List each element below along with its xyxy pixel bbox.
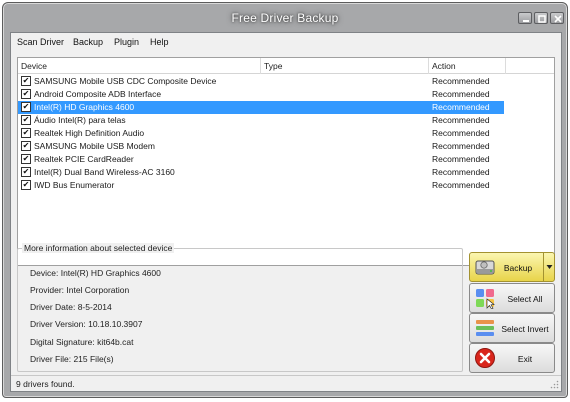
select-invert-button[interactable]: Select Invert <box>469 313 555 343</box>
select-all-button[interactable]: Select All <box>469 283 555 313</box>
backup-button[interactable]: Backup <box>469 252 555 282</box>
device-action: Recommended <box>432 180 490 190</box>
device-name: Intel(R) Dual Band Wireless-AC 3160 <box>34 167 175 177</box>
device-name: Realtek High Definition Audio <box>34 128 145 138</box>
table-row[interactable]: ✔ Android Composite ADB Interface Recomm… <box>18 88 504 101</box>
device-name: Intel(R) HD Graphics 4600 <box>34 102 135 112</box>
menu-plugin[interactable]: Plugin <box>114 37 139 47</box>
app-window: Free Driver Backup Scan Driver Backup Pl… <box>2 2 568 398</box>
row-checkbox[interactable]: ✔ <box>21 115 31 125</box>
device-info-panel: More information about selected device D… <box>17 243 463 372</box>
column-header-action[interactable]: Action <box>432 61 456 71</box>
device-action: Recommended <box>432 115 490 125</box>
device-action: Recommended <box>432 141 490 151</box>
column-divider[interactable] <box>428 58 429 74</box>
info-panel-title: More information about selected device <box>22 243 175 253</box>
exit-icon <box>475 348 495 368</box>
menu-help[interactable]: Help <box>150 37 169 47</box>
backup-dropdown[interactable] <box>543 253 554 281</box>
row-checkbox[interactable]: ✔ <box>21 141 31 151</box>
device-rows: ✔ SAMSUNG Mobile USB CDC Composite Devic… <box>18 75 554 192</box>
column-header-device[interactable]: Device <box>21 61 47 71</box>
row-checkbox[interactable]: ✔ <box>21 102 31 112</box>
window-title: Free Driver Backup <box>231 11 339 25</box>
status-text: 9 drivers found. <box>16 379 75 389</box>
device-action: Recommended <box>432 128 490 138</box>
device-name: Realtek PCIE CardReader <box>34 154 134 164</box>
table-row[interactable]: ✔ SAMSUNG Mobile USB CDC Composite Devic… <box>18 75 504 88</box>
minimize-button[interactable] <box>518 12 532 24</box>
menu-backup[interactable]: Backup <box>73 37 103 47</box>
row-checkbox[interactable]: ✔ <box>21 128 31 138</box>
device-action: Recommended <box>432 167 490 177</box>
exit-button[interactable]: Exit <box>469 343 555 373</box>
device-name: Android Composite ADB Interface <box>34 89 162 99</box>
device-action: Recommended <box>432 89 490 99</box>
device-list[interactable]: Device Type Action ✔ SAMSUNG Mobile USB … <box>17 57 555 266</box>
device-action: Recommended <box>432 76 490 86</box>
table-row[interactable]: ✔ Intel(R) Dual Band Wireless-AC 3160 Re… <box>18 166 504 179</box>
column-divider[interactable] <box>260 58 261 74</box>
hard-drive-icon <box>475 260 495 275</box>
close-button[interactable] <box>550 12 564 24</box>
select-all-button-label: Select All <box>507 294 543 304</box>
row-checkbox[interactable]: ✔ <box>21 76 31 86</box>
table-row[interactable]: ✔ SAMSUNG Mobile USB Modem Recommended <box>18 140 504 153</box>
row-checkbox[interactable]: ✔ <box>21 180 31 190</box>
table-row[interactable]: ✔ Realtek PCIE CardReader Recommended <box>18 153 504 166</box>
row-checkbox[interactable]: ✔ <box>21 154 31 164</box>
minimize-icon <box>523 20 529 22</box>
row-checkbox[interactable]: ✔ <box>21 167 31 177</box>
info-digital-signature: Digital Signature: kit64b.cat <box>30 337 134 347</box>
chevron-down-icon <box>546 265 552 269</box>
column-header-type[interactable]: Type <box>264 61 282 71</box>
device-action: Recommended <box>432 102 490 112</box>
info-driver-file: Driver File: 215 File(s) <box>30 354 114 364</box>
table-row[interactable]: ✔ Áudio Intel(R) para telas Recommended <box>18 114 504 127</box>
backup-button-label: Backup <box>503 263 533 273</box>
client-area: Scan Driver Backup Plugin Help Device Ty… <box>10 32 562 392</box>
table-row[interactable]: ✔ Intel(R) HD Graphics 4600 Recommended <box>18 101 504 114</box>
row-checkbox[interactable]: ✔ <box>21 89 31 99</box>
title-bar[interactable]: Free Driver Backup <box>3 3 567 32</box>
close-icon <box>554 15 562 23</box>
device-name: SAMSUNG Mobile USB Modem <box>34 141 155 151</box>
select-all-icon <box>476 289 495 309</box>
status-bar: 9 drivers found. <box>11 375 561 391</box>
info-device: Device: Intel(R) HD Graphics 4600 <box>30 268 161 278</box>
info-provider: Provider: Intel Corporation <box>30 285 130 295</box>
table-row[interactable]: ✔ IWD Bus Enumerator Recommended <box>18 179 504 192</box>
info-driver-date: Driver Date: 8-5-2014 <box>30 302 112 312</box>
info-driver-version: Driver Version: 10.18.10.3907 <box>30 319 143 329</box>
maximize-button[interactable] <box>534 12 548 24</box>
column-divider[interactable] <box>505 58 506 74</box>
device-action: Recommended <box>432 154 490 164</box>
device-name: Áudio Intel(R) para telas <box>34 115 126 125</box>
device-name: SAMSUNG Mobile USB CDC Composite Device <box>34 76 217 86</box>
exit-button-label: Exit <box>517 354 533 364</box>
list-header: Device Type Action <box>18 58 554 74</box>
menu-bar: Scan Driver Backup Plugin Help <box>11 33 561 52</box>
select-invert-button-label: Select Invert <box>501 324 549 334</box>
select-invert-icon <box>476 320 494 336</box>
table-row[interactable]: ✔ Realtek High Definition Audio Recommen… <box>18 127 504 140</box>
device-name: IWD Bus Enumerator <box>34 180 115 190</box>
maximize-icon <box>538 15 546 23</box>
resize-grip-icon[interactable] <box>550 380 559 389</box>
menu-scan-driver[interactable]: Scan Driver <box>17 37 64 47</box>
